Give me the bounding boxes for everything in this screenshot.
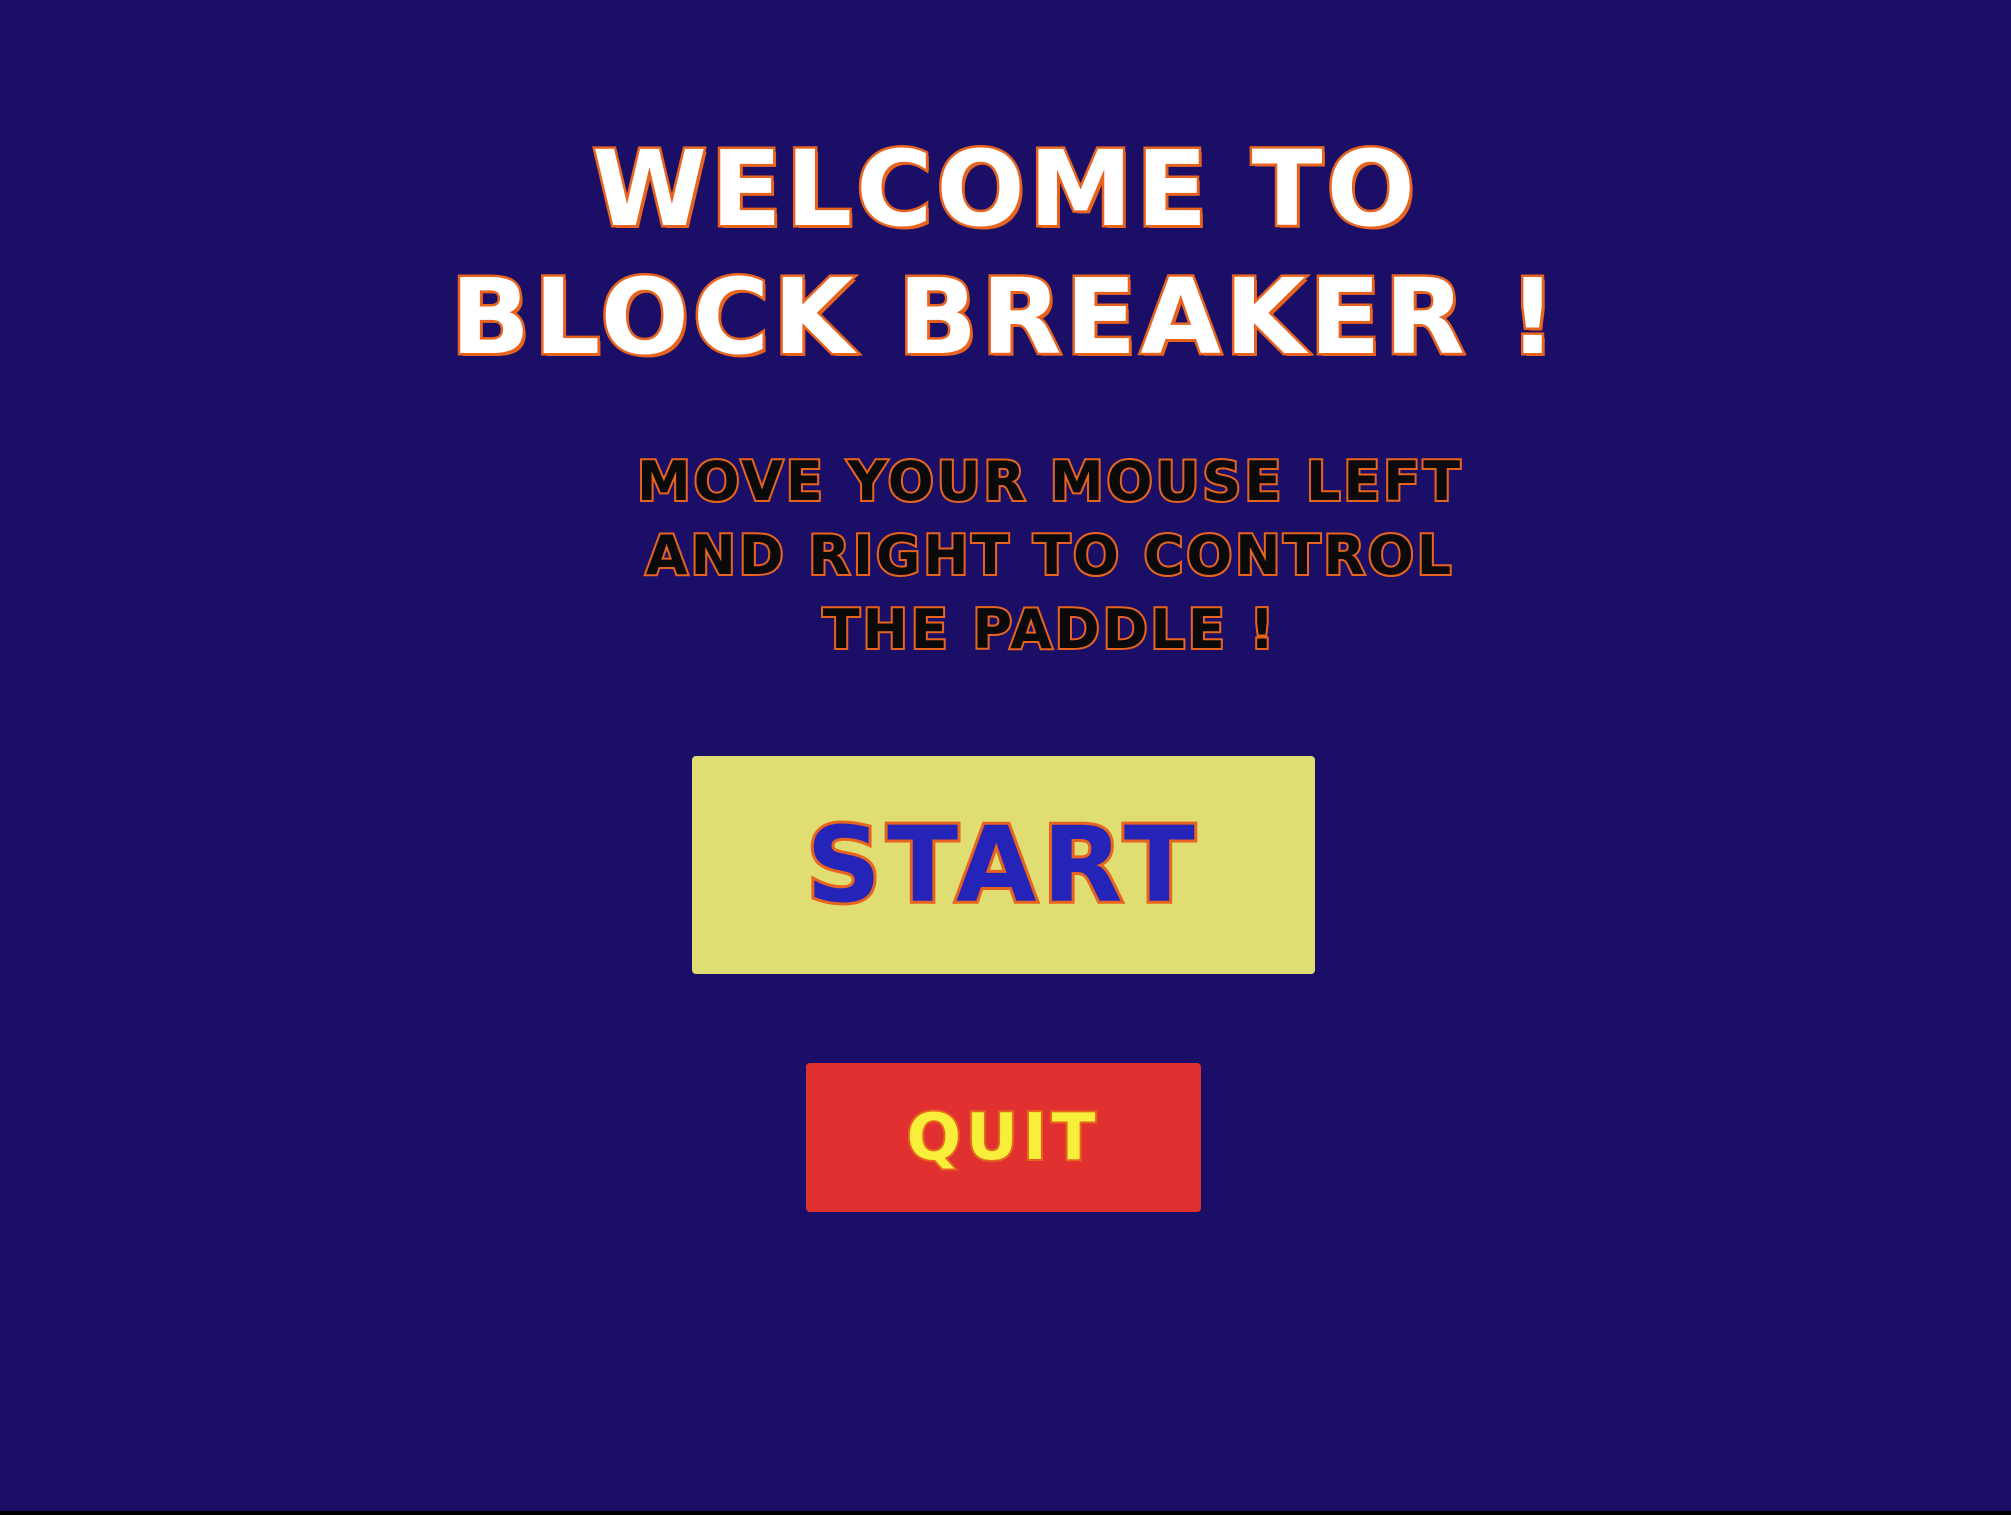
game-title: WELCOME TO BLOCK BREAKER ! [0, 125, 2011, 381]
quit-button[interactable]: QUIT [806, 1063, 1201, 1212]
instructions-line-1: MOVE YOUR MOUSE LEFT [635, 448, 1464, 515]
instructions-text: MOVE YOUR MOUSE LEFT AND RIGHT TO CONTRO… [550, 445, 1550, 667]
instructions-line-3: THE PADDLE ! [821, 596, 1278, 663]
bottom-border [0, 1511, 2011, 1515]
game-title-line-2: BLOCK BREAKER ! [448, 254, 1561, 381]
instructions-line-2: AND RIGHT TO CONTROL [644, 522, 1455, 589]
start-button-label: START [803, 801, 1201, 929]
quit-button-label: QUIT [905, 1099, 1101, 1177]
start-button[interactable]: START [692, 756, 1315, 974]
game-title-line-1: WELCOME TO [590, 126, 1419, 253]
